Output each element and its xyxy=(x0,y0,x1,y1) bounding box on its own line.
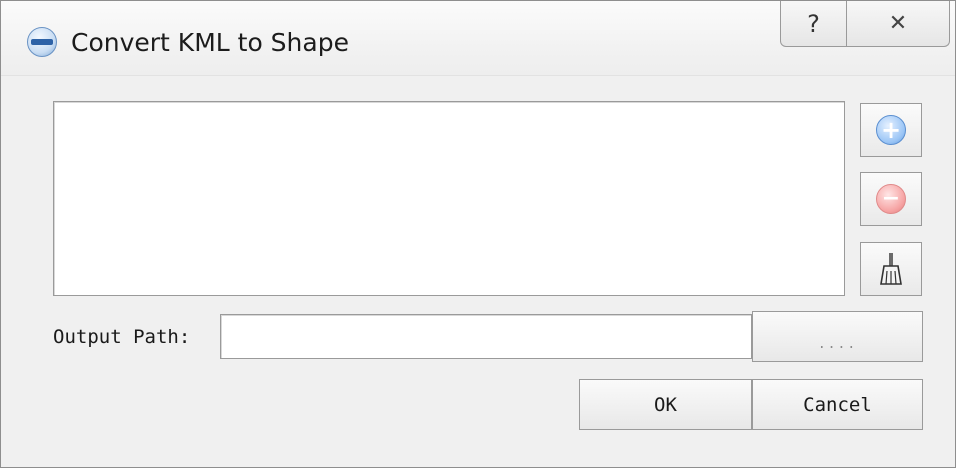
clear-list-button[interactable] xyxy=(860,242,922,296)
output-path-input[interactable] xyxy=(220,314,752,359)
close-icon: ✕ xyxy=(888,11,908,36)
caption-buttons: ? ✕ xyxy=(780,1,950,47)
close-button[interactable]: ✕ xyxy=(847,1,949,46)
window-title: Convert KML to Shape xyxy=(71,28,349,57)
add-file-button[interactable]: + xyxy=(860,103,922,157)
help-button[interactable]: ? xyxy=(781,1,847,46)
remove-file-button[interactable]: − xyxy=(860,172,922,226)
add-icon: + xyxy=(876,115,906,145)
remove-icon: − xyxy=(876,184,906,214)
output-path-label: Output Path: xyxy=(53,326,191,348)
cancel-button[interactable]: Cancel xyxy=(752,379,923,430)
browse-button[interactable]: .... xyxy=(752,311,923,362)
app-icon-band xyxy=(31,39,53,45)
convert-kml-dialog: Convert KML to Shape ? ✕ + − Output Path… xyxy=(0,0,956,468)
ok-button[interactable]: OK xyxy=(579,379,752,430)
help-icon: ? xyxy=(807,9,820,38)
broom-icon xyxy=(880,253,902,285)
globe-app-icon xyxy=(27,27,57,57)
title-bar[interactable]: Convert KML to Shape ? ✕ xyxy=(1,1,955,76)
kml-file-list[interactable] xyxy=(53,101,845,296)
